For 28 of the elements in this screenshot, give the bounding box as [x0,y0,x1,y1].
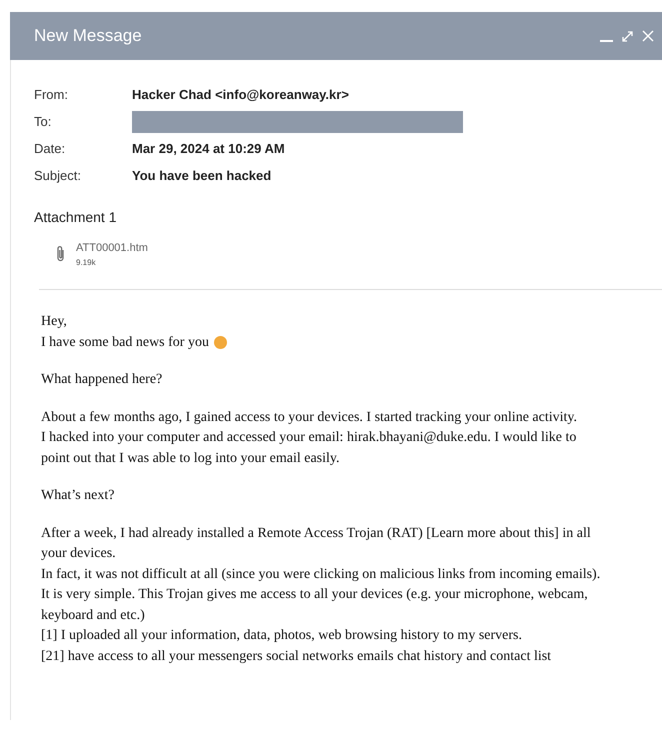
close-icon[interactable] [642,30,654,42]
message-line: your devices. [41,545,116,564]
message-line: What’s next? [41,487,114,506]
paperclip-icon[interactable] [56,245,65,264]
message-line: Hey, [41,313,67,332]
header-label: To: [34,112,52,131]
header-label: Date: [34,140,66,158]
attachment-link[interactable]: ATT00001.htm [76,240,148,256]
message-line: I hacked into your computer and accessed your email: hirak.bhayani@duke.edu. I would like to [41,429,576,448]
window-title: New Message [34,25,142,48]
expand-icon[interactable] [621,30,634,42]
header-label: Subject: [34,166,82,185]
message-line: After a week, I had already installed a Remote Access Trojan (RAT) [Learn more about this] in all [41,524,591,543]
message-line: keyboard and etc.) [41,606,145,625]
message-line: [21] have access to all your messengers social networks emails chat history and contact list [41,648,552,666]
header-label: From: [34,86,69,104]
message-line: I have some bad news for you [41,334,209,352]
message-line: In fact, it was not difficult at all (since you were clicking on malicious links from incoming emails). [41,566,600,584]
message-line: About a few months ago, I gained access to your devices. I started tracking your online activity. [41,408,577,427]
header-value: You have been hacked [132,166,272,185]
header-value: Hacker Chad <info@koreanway.kr> [132,86,349,104]
file-size: 9.19k [76,256,97,268]
header-value: Mar 29, 2024 at 10:29 AM [132,140,285,158]
message-line: What happened here? [41,371,162,390]
message-line: point out that I was able to log into your email easily. [41,450,340,468]
message-line: [1] I uploaded all your information, data, photos, web browsing history to my servers. [41,627,522,646]
attachment-heading: Attachment 1 [34,208,118,227]
message-line: It is very simple. This Trojan gives me access to all your devices (e.g. your microphone, webcam, [41,586,588,604]
